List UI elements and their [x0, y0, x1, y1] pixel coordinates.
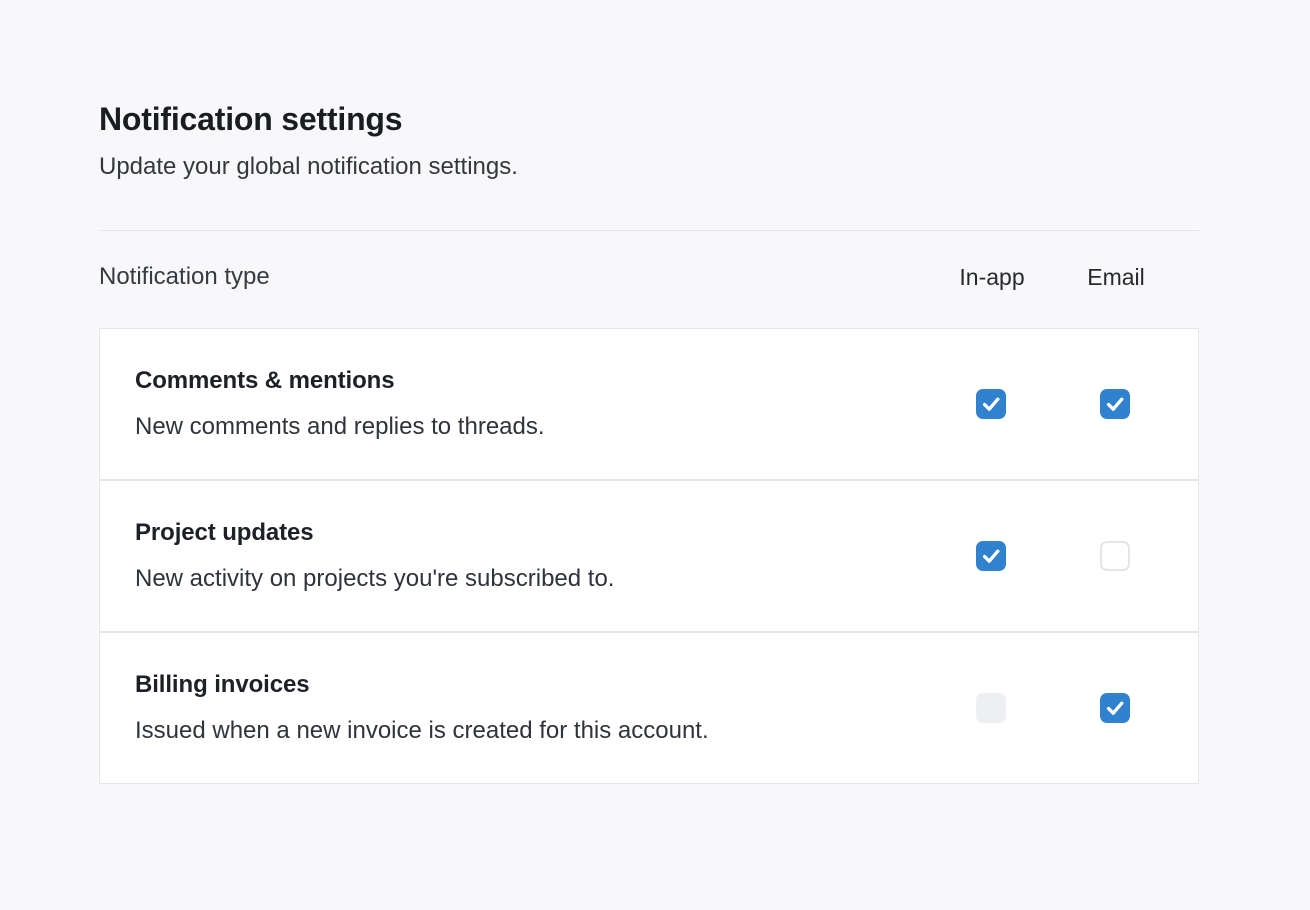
row-title: Billing invoices [135, 668, 929, 702]
settings-content: Notification settings Update your global… [0, 0, 1310, 784]
table-row: Project updates New activity on projects… [99, 480, 1199, 632]
in-app-checkbox[interactable] [976, 389, 1006, 419]
column-header-in-app: In-app [930, 260, 1054, 294]
email-checkbox[interactable] [1100, 693, 1130, 723]
section-divider [99, 230, 1199, 231]
page-title: Notification settings [99, 100, 1199, 138]
notification-table-body: Comments & mentions New comments and rep… [99, 328, 1199, 784]
email-cell [1053, 541, 1177, 571]
email-checkbox[interactable] [1100, 389, 1130, 419]
check-icon [1104, 393, 1126, 415]
in-app-checkbox[interactable] [976, 541, 1006, 571]
in-app-cell [929, 693, 1053, 723]
table-row: Comments & mentions New comments and rep… [99, 328, 1199, 480]
column-header-email: Email [1054, 260, 1178, 294]
check-icon [980, 393, 1002, 415]
in-app-cell [929, 541, 1053, 571]
notification-settings-page: Notification settings Update your global… [0, 0, 1310, 910]
row-title: Project updates [135, 516, 929, 550]
in-app-cell [929, 389, 1053, 419]
column-header-type: Notification type [99, 260, 930, 294]
in-app-checkbox [976, 693, 1006, 723]
email-cell [1053, 693, 1177, 723]
check-icon [980, 545, 1002, 567]
row-title: Comments & mentions [135, 364, 929, 398]
row-description: New comments and replies to threads. [135, 410, 929, 444]
check-icon [1104, 697, 1126, 719]
row-description: Issued when a new invoice is created for… [135, 714, 929, 748]
table-row: Billing invoices Issued when a new invoi… [99, 632, 1199, 784]
row-text: Project updates New activity on projects… [135, 516, 929, 596]
row-description: New activity on projects you're subscrib… [135, 562, 929, 596]
row-text: Comments & mentions New comments and rep… [135, 364, 929, 444]
page-subtitle: Update your global notification settings… [99, 150, 1199, 184]
email-checkbox[interactable] [1100, 541, 1130, 571]
row-text: Billing invoices Issued when a new invoi… [135, 668, 929, 748]
email-cell [1053, 389, 1177, 419]
table-header: Notification type In-app Email [99, 260, 1199, 294]
